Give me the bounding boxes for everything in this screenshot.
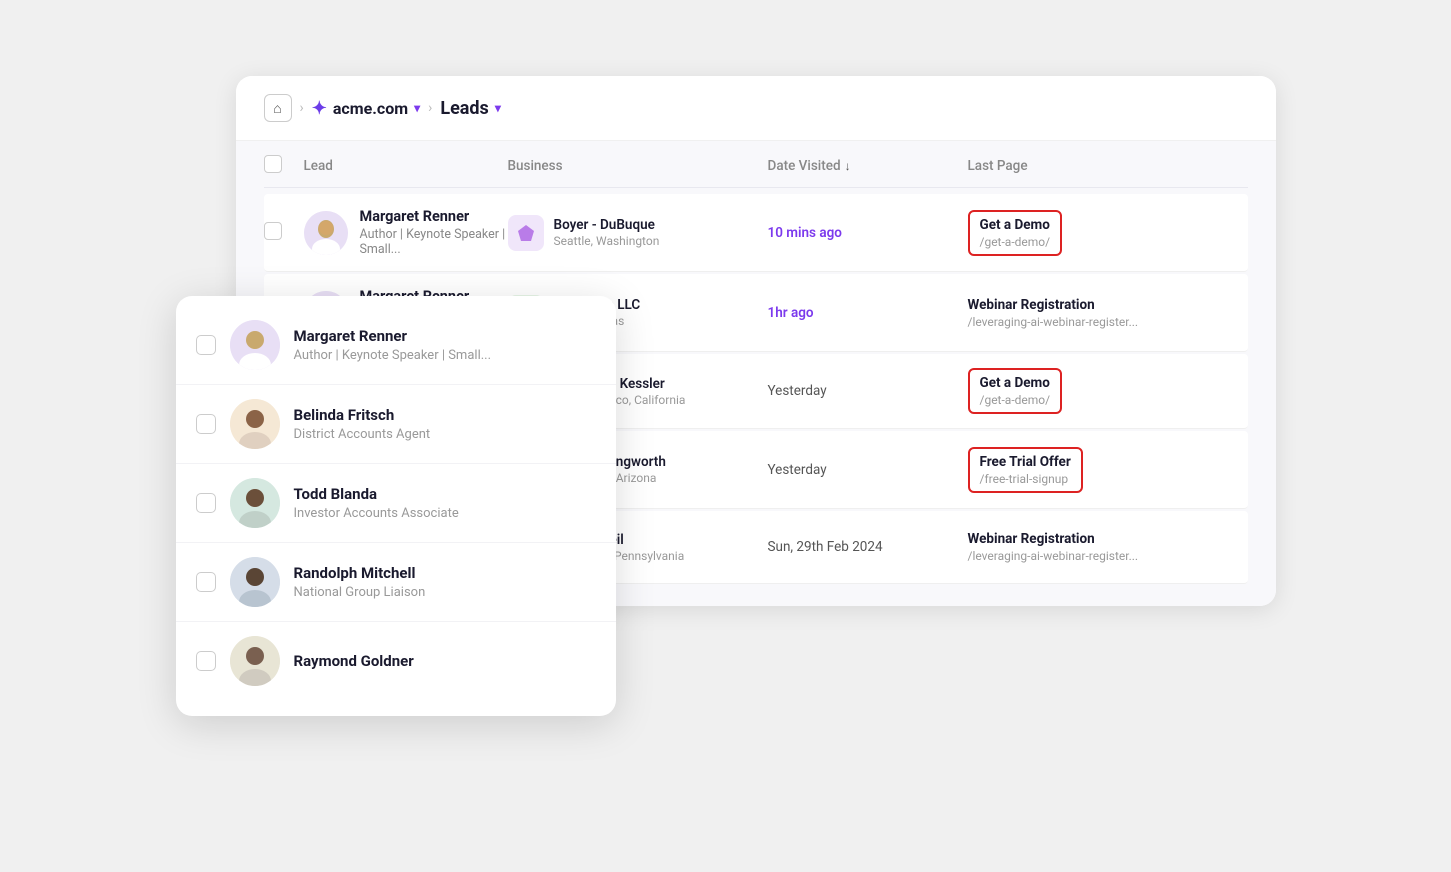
- fp-checkbox[interactable]: [196, 493, 216, 513]
- business-col-header: Business: [508, 158, 768, 174]
- acme-breadcrumb[interactable]: ✦ acme.com ▾: [312, 98, 420, 119]
- acme-chevron-icon: ▾: [414, 101, 420, 115]
- fp-name: Raymond Goldner: [294, 652, 414, 670]
- fp-title: Investor Accounts Associate: [294, 506, 459, 521]
- fp-name: Belinda Fritsch: [294, 406, 431, 424]
- page-name: Get a Demo: [980, 217, 1051, 233]
- fp-checkbox[interactable]: [196, 651, 216, 671]
- diamond-icon: ✦: [312, 98, 327, 119]
- floating-panel: Margaret Renner Author | Keynote Speaker…: [176, 296, 616, 716]
- floating-panel-row[interactable]: Margaret Renner Author | Keynote Speaker…: [176, 306, 616, 385]
- leads-breadcrumb[interactable]: Leads ▾: [440, 98, 501, 119]
- table-row[interactable]: Margaret Renner Author | Keynote Speaker…: [264, 194, 1248, 272]
- fp-checkbox[interactable]: [196, 335, 216, 355]
- fp-title: Author | Keynote Speaker | Small...: [294, 348, 492, 363]
- lead-name: Margaret Renner: [360, 208, 508, 225]
- lastpage-cell: Get a Demo /get-a-demo/: [968, 210, 1248, 256]
- floating-panel-row[interactable]: Belinda Fritsch District Accounts Agent: [176, 385, 616, 464]
- row-checkbox[interactable]: [264, 222, 304, 244]
- fp-info: Raymond Goldner: [294, 652, 414, 670]
- page-url: /get-a-demo/: [980, 393, 1051, 407]
- page-name: Webinar Registration: [968, 297, 1248, 313]
- fp-info: Randolph Mitchell National Group Liaison: [294, 564, 426, 600]
- fp-title: District Accounts Agent: [294, 427, 431, 442]
- fp-checkbox[interactable]: [196, 572, 216, 592]
- fp-name: Todd Blanda: [294, 485, 459, 503]
- fp-checkbox[interactable]: [196, 414, 216, 434]
- table-header: Lead Business Date Visited ↓ Last Page: [264, 141, 1248, 188]
- date-cell: 10 mins ago: [768, 225, 968, 241]
- fp-avatar: [230, 636, 280, 686]
- page-url: /leveraging-ai-webinar-register...: [968, 549, 1248, 563]
- lastpage-cell: Get a Demo /get-a-demo/: [968, 368, 1248, 414]
- lead-avatar: [304, 211, 348, 255]
- select-all-checkbox[interactable]: [264, 155, 304, 177]
- business-cell: Boyer - DuBuque Seattle, Washington: [508, 215, 768, 251]
- fp-avatar: [230, 320, 280, 370]
- lastpage-cell: Webinar Registration /leveraging-ai-webi…: [968, 526, 1248, 568]
- lead-info: Margaret Renner Author | Keynote Speaker…: [360, 208, 508, 257]
- biz-location: Seattle, Washington: [554, 234, 660, 248]
- page-url: /leveraging-ai-webinar-register...: [968, 315, 1248, 329]
- fp-name: Randolph Mitchell: [294, 564, 426, 582]
- date-cell: Sun, 29th Feb 2024: [768, 539, 968, 555]
- leads-chevron-icon: ▾: [495, 101, 501, 115]
- acme-label: acme.com: [333, 99, 408, 118]
- home-button[interactable]: ⌂: [264, 94, 292, 122]
- date-cell: Yesterday: [768, 462, 968, 478]
- page-name: Webinar Registration: [968, 531, 1248, 547]
- leads-label: Leads: [440, 98, 488, 119]
- floating-panel-row[interactable]: Todd Blanda Investor Accounts Associate: [176, 464, 616, 543]
- lastpage-cell: Webinar Registration /leveraging-ai-webi…: [968, 292, 1248, 334]
- date-cell: Yesterday: [768, 383, 968, 399]
- date-col-header[interactable]: Date Visited ↓: [768, 158, 968, 174]
- page-name: Get a Demo: [980, 375, 1051, 391]
- floating-panel-row[interactable]: Raymond Goldner: [176, 622, 616, 700]
- breadcrumb-sep-1: ›: [300, 100, 304, 116]
- floating-panel-row[interactable]: Randolph Mitchell National Group Liaison: [176, 543, 616, 622]
- page-name: Free Trial Offer: [980, 454, 1071, 470]
- fp-avatar: [230, 399, 280, 449]
- fp-avatar: [230, 557, 280, 607]
- biz-name: Boyer - DuBuque: [554, 217, 660, 233]
- lead-col-header: Lead: [304, 158, 508, 174]
- lead-cell: Margaret Renner Author | Keynote Speaker…: [304, 208, 508, 257]
- page-container: ⌂ › ✦ acme.com ▾ › Leads ▾ Lead Busin: [176, 76, 1276, 796]
- fp-info: Belinda Fritsch District Accounts Agent: [294, 406, 431, 442]
- date-cell: 1hr ago: [768, 305, 968, 321]
- biz-logo: [508, 215, 544, 251]
- fp-name: Margaret Renner: [294, 327, 492, 345]
- breadcrumb-sep-2: ›: [428, 100, 432, 116]
- lead-title: Author | Keynote Speaker | Small...: [360, 227, 508, 257]
- floating-panel-rows: Margaret Renner Author | Keynote Speaker…: [176, 306, 616, 700]
- page-url: /get-a-demo/: [980, 235, 1051, 249]
- fp-info: Margaret Renner Author | Keynote Speaker…: [294, 327, 492, 363]
- fp-title: National Group Liaison: [294, 585, 426, 600]
- home-icon: ⌂: [273, 100, 281, 117]
- lastpage-col-header: Last Page: [968, 158, 1248, 174]
- header-checkbox[interactable]: [264, 155, 282, 173]
- page-url: /free-trial-signup: [980, 472, 1071, 486]
- breadcrumb: ⌂ › ✦ acme.com ▾ › Leads ▾: [236, 76, 1276, 141]
- fp-info: Todd Blanda Investor Accounts Associate: [294, 485, 459, 521]
- biz-info: Boyer - DuBuque Seattle, Washington: [554, 217, 660, 248]
- sort-icon: ↓: [845, 159, 851, 173]
- lastpage-cell: Free Trial Offer /free-trial-signup: [968, 447, 1248, 493]
- fp-avatar: [230, 478, 280, 528]
